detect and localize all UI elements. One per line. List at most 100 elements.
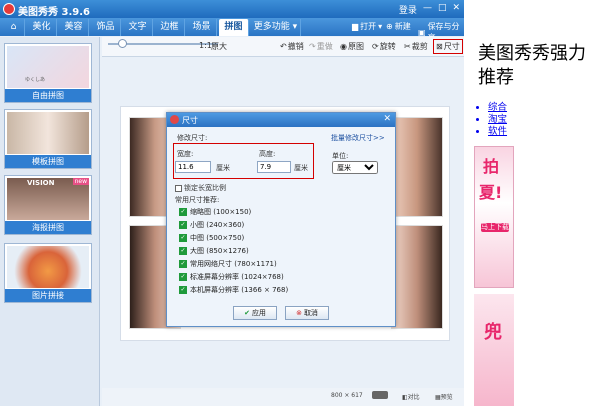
original-label: 原图 xyxy=(347,42,364,51)
image-stitch-thumbnail xyxy=(7,246,89,288)
dialog-title: 尺寸 xyxy=(182,116,198,125)
preset-medium[interactable]: ✓ 中图 (500×750) xyxy=(179,232,244,243)
preset-local-screen[interactable]: ✓ 本机屏幕分辨率 (1366 × 768) xyxy=(179,284,288,295)
rotate-icon: ⟳ xyxy=(372,42,379,51)
promo-banner-bottom[interactable]: 兜 xyxy=(474,294,514,406)
resize-label: 尺寸 xyxy=(443,42,460,51)
template-collage-card[interactable]: 模板拼图 xyxy=(4,109,92,169)
poster-collage-label: 海报拼图 xyxy=(5,221,91,234)
home-icon: ⌂ xyxy=(10,22,17,32)
promo-text-2: 夏! xyxy=(479,183,503,202)
plus-icon: ⊕ xyxy=(386,22,393,31)
free-collage-caption: ゆくしあ xyxy=(25,77,46,83)
preset-small[interactable]: ✓ 小图 (240×360) xyxy=(179,219,244,230)
poster-collage-thumbnail: VISION new xyxy=(7,178,89,220)
home-tab[interactable]: ⌂ xyxy=(3,19,25,36)
tab-more-functions[interactable]: 更多功能 ▾ xyxy=(251,19,301,36)
redo-label: 重做 xyxy=(316,42,333,51)
batch-resize-link[interactable]: 批量修改尺寸>> xyxy=(331,133,385,143)
zoom-slider-handle[interactable] xyxy=(118,39,127,48)
promo-text-3: 兜 xyxy=(484,322,502,343)
preset-standard-screen[interactable]: ✓ 标准屏幕分辨率 (1024×768) xyxy=(179,271,284,282)
template-collage-label: 模板拼图 xyxy=(5,155,91,168)
dialog-title-bar: 尺寸 ✕ xyxy=(167,113,395,127)
preset-web[interactable]: ✓ 常用网络尺寸 (780×1171) xyxy=(179,258,277,269)
save-icon: ▣ xyxy=(418,27,426,37)
open-button[interactable]: ▆ 打开 ▾ xyxy=(352,21,382,32)
maximize-icon[interactable]: □ xyxy=(438,3,447,16)
free-collage-card[interactable]: ゆくしあ 自由拼图 xyxy=(4,43,92,103)
height-unit: 厘米 xyxy=(294,164,308,172)
tab-text[interactable]: 文字 xyxy=(123,19,153,36)
tab-beautify[interactable]: 美化 xyxy=(27,19,57,36)
lock-ratio-checkbox[interactable]: 锁定长宽比例 xyxy=(175,183,226,193)
dialog-close-icon[interactable]: ✕ xyxy=(383,114,391,124)
minimize-icon[interactable]: — xyxy=(423,3,432,16)
preset-check-icon: ✓ xyxy=(179,246,187,255)
width-label: 宽度: xyxy=(177,150,194,158)
resize-icon: ⊠ xyxy=(436,42,443,51)
free-collage-label: 自由拼图 xyxy=(5,89,91,102)
redo-button[interactable]: ↷ 重做 xyxy=(309,41,333,52)
unit-select[interactable]: 厘米 xyxy=(332,161,378,174)
resize-dialog: 尺寸 ✕ 修改尺寸: 批量修改尺寸>> 宽度: 厘米 高度: 厘米 单位: 厘米… xyxy=(166,112,396,327)
original-icon: ◉ xyxy=(340,42,347,51)
recommend-heading: 美图秀秀强力推荐 xyxy=(478,43,586,88)
zoom-ratio-label[interactable]: 1:1 xyxy=(199,41,212,50)
rotate-button[interactable]: ⟳ 旋转 xyxy=(372,41,396,52)
preset-thumbnail[interactable]: ✓ 缩略图 (100×150) xyxy=(179,206,251,217)
image-stitch-card[interactable]: 图片拼接 xyxy=(4,243,92,303)
undo-button[interactable]: ↶ 撤销 xyxy=(280,41,304,52)
zoom-original-button[interactable]: 原大 xyxy=(211,41,227,52)
tab-scene[interactable]: 场景 xyxy=(187,19,217,36)
original-image-button[interactable]: ◉ 原图 xyxy=(340,41,364,52)
cancel-button[interactable]: ⊗ 取消 xyxy=(285,306,329,320)
new-button[interactable]: ⊕ 新建 xyxy=(386,21,411,32)
open-label: 打开 xyxy=(360,22,377,31)
close-icon[interactable]: ✕ xyxy=(452,3,460,16)
image-dimensions: 800 × 617 xyxy=(331,392,363,399)
link-software[interactable]: 软件 xyxy=(488,123,507,137)
poster-collage-card[interactable]: VISION new 海报拼图 xyxy=(4,175,92,235)
preset-large[interactable]: ✓ 大图 (850×1276) xyxy=(179,245,249,256)
modify-size-heading: 修改尺寸: xyxy=(177,134,208,142)
free-collage-thumbnail: ゆくしあ xyxy=(7,46,89,88)
preset-check-icon: ✓ xyxy=(179,207,187,216)
tab-collage[interactable]: 拼图 xyxy=(219,19,249,36)
template-collage-thumbnail xyxy=(7,112,89,154)
promo-download-button[interactable]: 马上下载 xyxy=(481,223,509,232)
width-unit: 厘米 xyxy=(216,164,230,172)
apply-label: 应用 xyxy=(251,309,266,317)
compare-button[interactable]: ◧对比 xyxy=(402,392,420,401)
resize-button[interactable]: ⊠ 尺寸 xyxy=(433,39,463,54)
main-tab-bar: ⌂ 美化 美容 饰品 文字 边框 场景 拼图 更多功能 ▾ ▆ 打开 ▾ ⊕ 新建 ▣… xyxy=(0,18,464,42)
apply-button[interactable]: ✔ 应用 xyxy=(233,306,277,320)
login-link[interactable]: 登录 xyxy=(399,3,417,16)
new-badge: new xyxy=(72,178,89,185)
collage-sidebar: ゆくしあ 自由拼图 模板拼图 VISION new 海报拼图 图片拼接 xyxy=(0,37,100,406)
link-general[interactable]: 综合 xyxy=(488,99,507,113)
promo-banner-top[interactable]: 拍 夏! 马上下载 xyxy=(474,146,514,288)
width-input[interactable] xyxy=(175,161,211,173)
unit-label: 单位: xyxy=(332,152,349,160)
more-functions-label: 更多功能 xyxy=(253,22,290,32)
cancel-circle-icon: ⊗ xyxy=(296,309,302,317)
tab-beauty[interactable]: 美容 xyxy=(59,19,89,36)
tab-frame[interactable]: 边框 xyxy=(155,19,185,36)
undo-label: 撤销 xyxy=(287,42,304,51)
link-taobao[interactable]: 淘宝 xyxy=(488,111,507,125)
crop-button[interactable]: ✂ 裁剪 xyxy=(404,41,428,52)
lock-ratio-label: 锁定长宽比例 xyxy=(184,184,226,192)
preview-label: 预览 xyxy=(440,394,453,401)
preview-button[interactable]: ▦预览 xyxy=(435,392,453,401)
tab-accessories[interactable]: 饰品 xyxy=(91,19,121,36)
recommend-webpage: 美图秀秀强力推荐 综合 淘宝 软件 拍 夏! 马上下载 兜 xyxy=(464,0,600,406)
edit-toolbar: 1:1 原大 ↶ 撤销 ↷ 重做 ◉ 原图 ⟳ 旋转 ✂ 裁剪 ⊠ 尺寸 xyxy=(102,37,464,57)
chevron-down-icon: ▾ xyxy=(378,22,383,31)
status-bar: 800 × 617 ◧对比 ▦预览 xyxy=(102,388,464,406)
preset-label: 中图 (500×750) xyxy=(190,233,245,242)
format-badge-icon xyxy=(372,391,388,399)
preset-label: 常用网络尺寸 (780×1171) xyxy=(190,259,277,268)
preset-label: 本机屏幕分辨率 (1366 × 768) xyxy=(190,285,289,294)
height-input[interactable] xyxy=(257,161,291,173)
